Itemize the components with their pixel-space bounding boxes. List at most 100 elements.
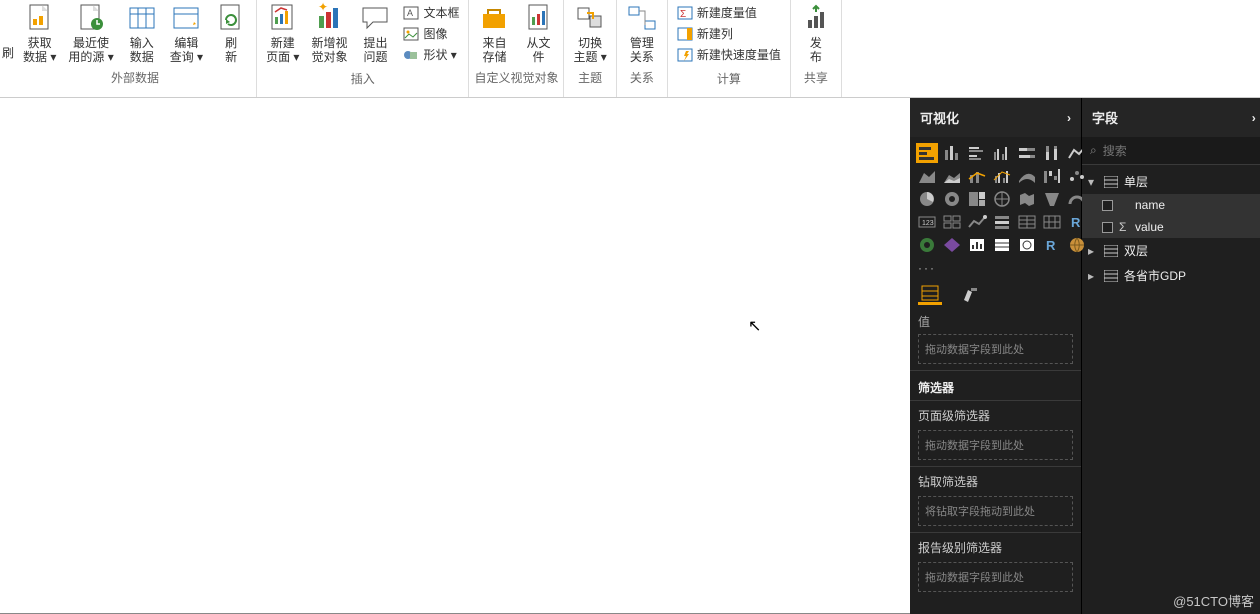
group-external-data-label: 外部数据: [111, 66, 159, 90]
report-filter-drop[interactable]: 拖动数据字段到此处: [918, 562, 1073, 592]
field-row[interactable]: Σ value: [1082, 216, 1260, 238]
group-share: 发 布 共享: [791, 0, 842, 97]
viz-table[interactable]: [1016, 212, 1038, 232]
viz-stacked-area[interactable]: [941, 166, 963, 186]
ask-question-button[interactable]: 提出 问题: [353, 0, 397, 66]
svg-text:✦: ✦: [318, 2, 328, 14]
table-row[interactable]: ▾ 单层: [1082, 169, 1260, 194]
group-relation-label: 关系: [630, 66, 654, 90]
switch-theme-button[interactable]: 切换 主题 ▾: [567, 0, 612, 66]
viz-custom3[interactable]: [1016, 235, 1038, 255]
chevron-right-icon: ›: [1067, 111, 1071, 125]
table-icon: [1104, 176, 1118, 188]
svg-text:Σ: Σ: [680, 9, 686, 20]
shapes-button[interactable]: 形状 ▾: [403, 44, 459, 65]
viz-r2[interactable]: R: [1041, 235, 1063, 255]
viz-kpi[interactable]: [966, 212, 988, 232]
viz-funnel[interactable]: [1041, 189, 1063, 209]
table-row[interactable]: ▸ 双层: [1082, 238, 1260, 263]
group-insert: 新建 页面 ▾ ✦ 新增视 觉对象 提出 问题 A文本框 图像 形状 ▾ 插入: [257, 0, 469, 97]
value-drop-zone[interactable]: 拖动数据字段到此处: [918, 334, 1073, 364]
fields-pane: 字段› ⌕ ▾ 单层 name Σ value ▸: [1082, 98, 1260, 614]
viz-donut[interactable]: [941, 189, 963, 209]
group-custom: 来自 存储 从文 件 自定义视觉对象: [469, 0, 564, 97]
recent-sources-button[interactable]: 最近使 用的源 ▾: [62, 0, 119, 66]
enter-data-button[interactable]: 输入 数据: [120, 0, 164, 66]
search-input[interactable]: [1103, 144, 1258, 158]
viz-clustered-bar[interactable]: [966, 143, 988, 163]
drill-filter-drop[interactable]: 将钻取字段拖动到此处: [918, 496, 1073, 526]
viz-100-column[interactable]: [1041, 143, 1063, 163]
visualizations-header[interactable]: 可视化›: [910, 98, 1081, 137]
viz-waterfall[interactable]: [1041, 166, 1063, 186]
viz-custom2[interactable]: [991, 235, 1013, 255]
cursor-icon: ↖: [748, 316, 761, 336]
group-calc-label: 计算: [717, 67, 741, 91]
search-icon: ⌕: [1090, 143, 1097, 158]
new-page-button[interactable]: 新建 页面 ▾: [260, 0, 305, 66]
viz-filled-map[interactable]: [1016, 189, 1038, 209]
quick-measure-button[interactable]: 新建快速度量值: [677, 44, 781, 65]
page-filter-label: 页面级筛选器: [910, 400, 1081, 430]
group-share-label: 共享: [804, 66, 828, 90]
svg-text:R: R: [1046, 238, 1056, 253]
viz-treemap[interactable]: [966, 189, 988, 209]
group-external-data: 获取 数据 ▾ 最近使 用的源 ▾ 输入 数据 编辑 查询 ▾ 刷 新 外部数据: [14, 0, 257, 97]
viz-custom1[interactable]: [966, 235, 988, 255]
well-tabs: [910, 279, 1081, 305]
caret-down-icon: ▾: [1088, 175, 1098, 189]
viz-clustered-column[interactable]: [991, 143, 1013, 163]
viz-arcgis[interactable]: [916, 235, 938, 255]
fields-tree: ▾ 单层 name Σ value ▸ 双层 ▸ 各: [1082, 165, 1260, 292]
publish-button[interactable]: 发 布: [794, 0, 838, 66]
fields-header[interactable]: 字段›: [1082, 98, 1260, 137]
fields-search[interactable]: ⌕: [1082, 137, 1260, 165]
page-filter-drop[interactable]: 拖动数据字段到此处: [918, 430, 1073, 460]
viz-map[interactable]: [991, 189, 1013, 209]
format-tab[interactable]: [958, 283, 982, 305]
image-button[interactable]: 图像: [403, 23, 459, 44]
new-column-button[interactable]: 新建列: [677, 23, 781, 44]
watermark: @51CTO博客: [1173, 591, 1254, 610]
viz-multi-card[interactable]: [941, 212, 963, 232]
refresh-button[interactable]: 刷 新: [209, 0, 253, 66]
textbox-button[interactable]: A文本框: [403, 2, 459, 23]
viz-more-icon[interactable]: ···: [910, 261, 1081, 279]
viz-powerapps[interactable]: [941, 235, 963, 255]
fields-well-tab[interactable]: [918, 283, 942, 305]
field-row[interactable]: name: [1082, 194, 1260, 216]
ribbon: 获取 数据 ▾ 最近使 用的源 ▾ 输入 数据 编辑 查询 ▾ 刷 新 外部数据: [0, 0, 1260, 98]
sigma-icon: Σ: [1119, 220, 1129, 234]
new-visual-button[interactable]: ✦ 新增视 觉对象: [305, 0, 353, 66]
viz-pie[interactable]: [916, 189, 938, 209]
table-icon: [1104, 245, 1118, 257]
viz-stacked-column[interactable]: [941, 143, 963, 163]
from-file-button[interactable]: 从文 件: [516, 0, 560, 66]
new-measure-button[interactable]: Σ新建度量值: [677, 2, 781, 23]
filters-title: 筛选器: [910, 370, 1081, 400]
viz-area[interactable]: [916, 166, 938, 186]
caret-right-icon: ▸: [1088, 244, 1098, 258]
report-canvas[interactable]: ↖: [0, 98, 910, 614]
get-data-button[interactable]: 获取 数据 ▾: [17, 0, 62, 66]
viz-matrix[interactable]: [1041, 212, 1063, 232]
manage-relations-button[interactable]: 管理 关系: [620, 0, 664, 66]
viz-line-clustered-column[interactable]: [991, 166, 1013, 186]
group-relation: 管理 关系 关系: [617, 0, 668, 97]
chevron-right-icon: ›: [1252, 111, 1256, 125]
viz-100-bar[interactable]: [1016, 143, 1038, 163]
group-insert-label: 插入: [351, 67, 375, 91]
viz-slicer[interactable]: [991, 212, 1013, 232]
table-row[interactable]: ▸ 各省市GDP: [1082, 263, 1260, 288]
group-calc: Σ新建度量值 新建列 新建快速度量值 计算: [668, 0, 791, 97]
checkbox[interactable]: [1102, 200, 1113, 211]
from-store-button[interactable]: 来自 存储: [472, 0, 516, 66]
edit-queries-button[interactable]: 编辑 查询 ▾: [164, 0, 209, 66]
group-theme: 切换 主题 ▾ 主题: [564, 0, 616, 97]
viz-ribbon[interactable]: [1016, 166, 1038, 186]
viz-card[interactable]: 123: [916, 212, 938, 232]
checkbox[interactable]: [1102, 222, 1113, 233]
drill-filter-label: 钻取筛选器: [910, 466, 1081, 496]
viz-line-stacked-column[interactable]: [966, 166, 988, 186]
viz-stacked-bar[interactable]: [916, 143, 938, 163]
